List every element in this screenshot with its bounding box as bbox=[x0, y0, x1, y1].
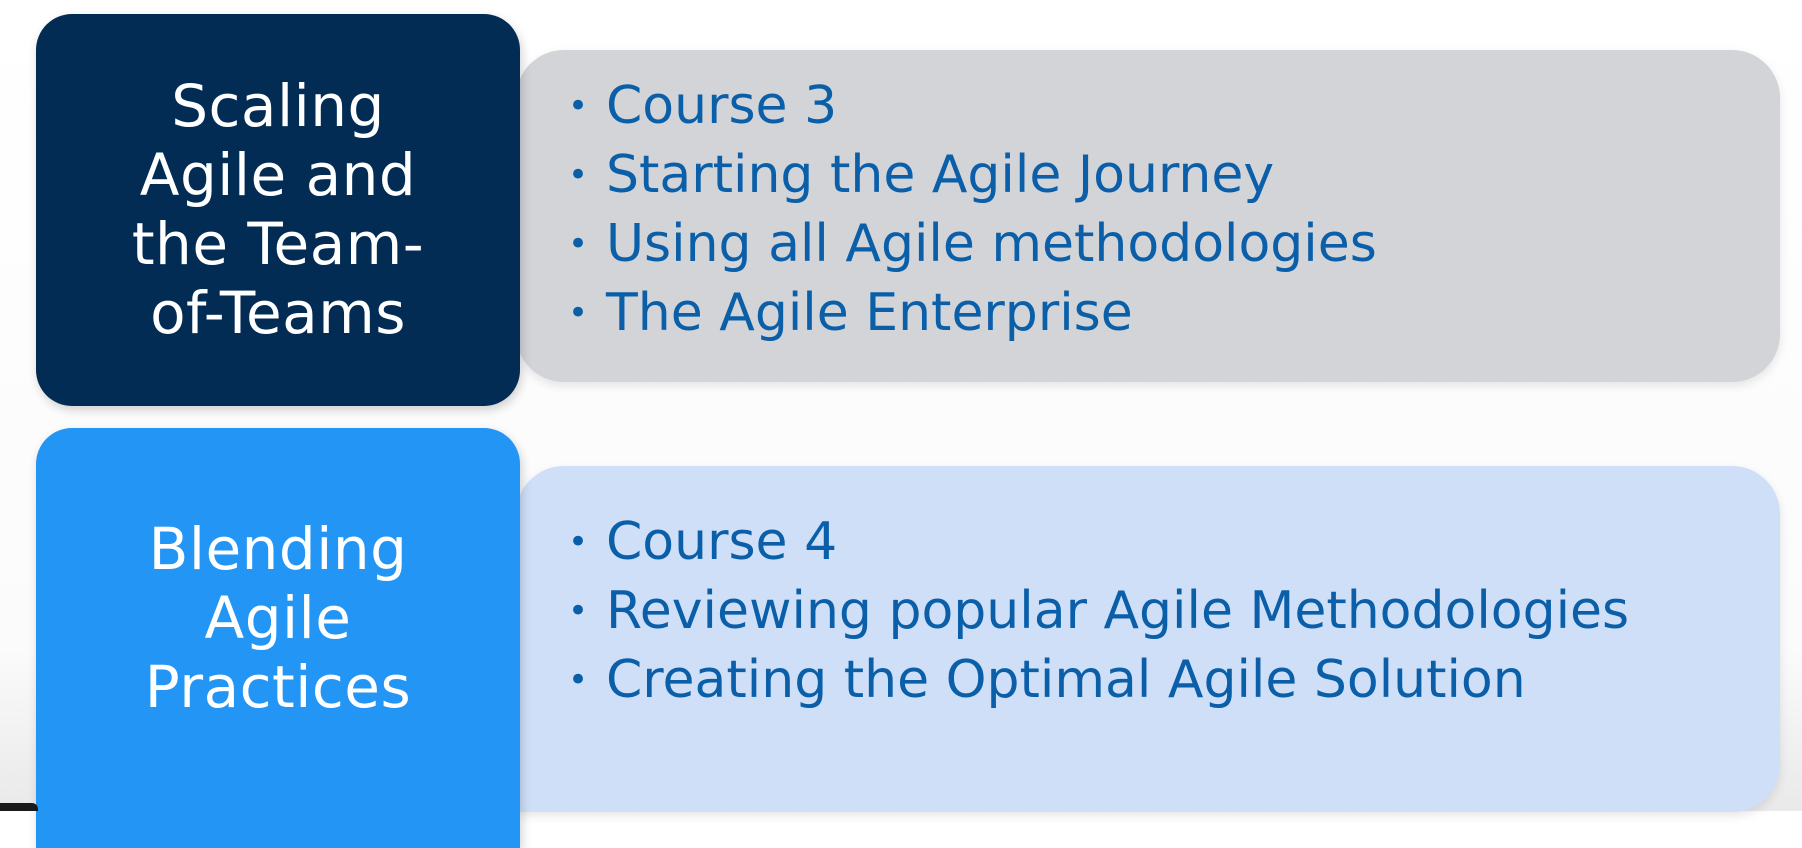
list-item: • Reviewing popular Agile Methodologies bbox=[568, 577, 1629, 646]
bullet-icon: • bbox=[568, 293, 589, 333]
list-item: • Using all Agile methodologies bbox=[568, 210, 1377, 279]
bullet-icon: • bbox=[568, 86, 589, 126]
course-row-blending-agile: Blending Agile Practices • Course 4 • Revi… bbox=[36, 428, 1780, 848]
bullet-text: Course 3 bbox=[606, 76, 838, 136]
list-item: • Course 3 bbox=[568, 72, 1377, 141]
bullet-text: Using all Agile methodologies bbox=[606, 214, 1377, 274]
section-title: Scaling Agile and the Team- of-Teams bbox=[131, 72, 425, 347]
section-title: Blending Agile Practices bbox=[144, 514, 412, 721]
bullet-icon: • bbox=[568, 224, 589, 264]
list-item: • Course 4 bbox=[568, 508, 1629, 577]
list-item: • Starting the Agile Journey bbox=[568, 141, 1377, 210]
video-corner-mark bbox=[0, 803, 38, 811]
course-row-scaling-agile: Scaling Agile and the Team- of-Teams • Co… bbox=[36, 14, 1780, 406]
bullet-text: Course 4 bbox=[606, 512, 838, 572]
bullet-text: Starting the Agile Journey bbox=[606, 145, 1275, 205]
bullet-icon: • bbox=[568, 522, 589, 562]
bullet-icon: • bbox=[568, 660, 589, 700]
bullet-text: Creating the Optimal Agile Solution bbox=[606, 650, 1526, 710]
bullet-list: • Course 4 • Reviewing popular Agile Metho… bbox=[568, 508, 1629, 715]
section-block-scaling-agile: Scaling Agile and the Team- of-Teams bbox=[36, 14, 520, 406]
bullet-text: The Agile Enterprise bbox=[606, 283, 1133, 343]
bullet-text: Reviewing popular Agile Methodologies bbox=[606, 581, 1630, 641]
list-item: • The Agile Enterprise bbox=[568, 279, 1377, 348]
bullet-icon: • bbox=[568, 591, 589, 631]
bullet-icon: • bbox=[568, 155, 589, 195]
section-block-blending-agile: Blending Agile Practices bbox=[36, 428, 520, 848]
bullet-list: • Course 3 • Starting the Agile Journey • U… bbox=[568, 72, 1377, 348]
slide: Scaling Agile and the Team- of-Teams • Co… bbox=[0, 0, 1802, 848]
list-item: • Creating the Optimal Agile Solution bbox=[568, 646, 1629, 715]
